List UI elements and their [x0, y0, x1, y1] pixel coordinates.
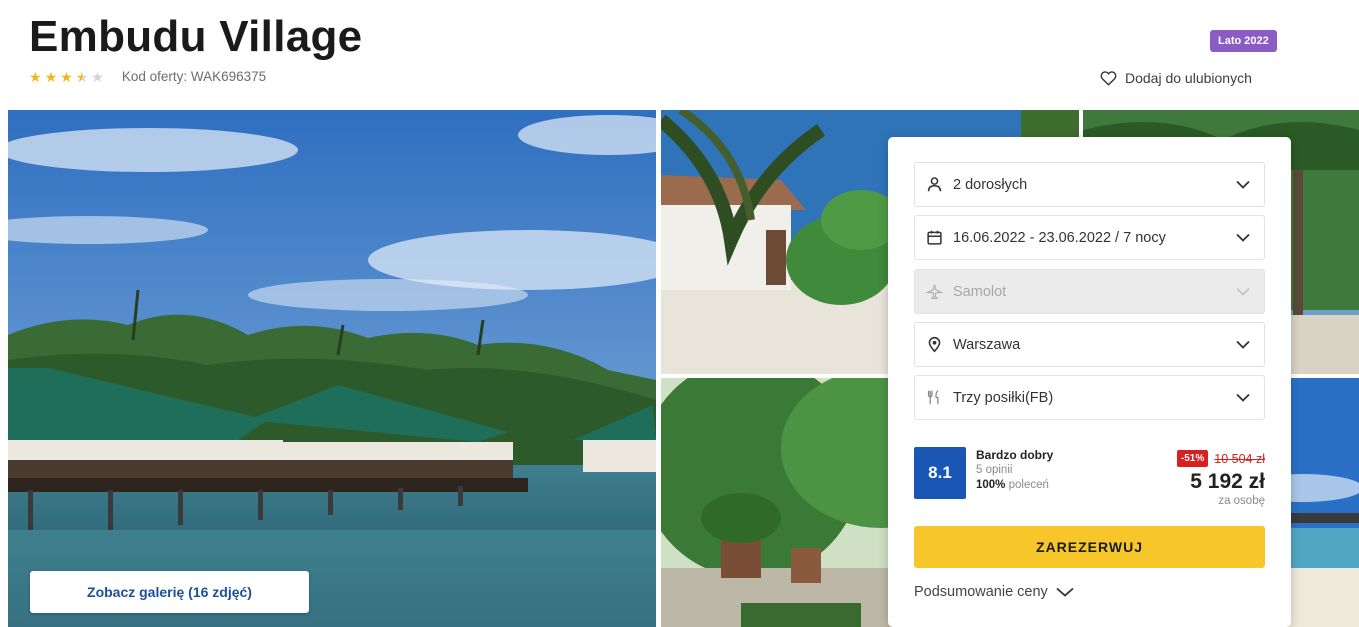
main-hotel-photo[interactable]	[8, 110, 656, 627]
chevron-down-icon	[1056, 587, 1074, 597]
star-icon: ★	[29, 68, 42, 85]
travelers-select[interactable]: 2 dorosłych	[914, 162, 1265, 207]
favorites-label: Dodaj do ulubionych	[1125, 70, 1252, 86]
half-star-icon: ★	[75, 68, 89, 85]
price-per-person-note: za osobę	[1218, 495, 1265, 507]
location-pin-icon	[925, 336, 943, 354]
chevron-down-icon	[1236, 233, 1250, 242]
person-icon	[925, 176, 943, 194]
plane-icon	[925, 283, 943, 301]
recommendation-rate: 100% poleceń	[976, 478, 1053, 493]
empty-star-icon: ★	[91, 68, 104, 85]
transport-label: Samolot	[953, 283, 1007, 300]
price-summary-label: Podsumowanie ceny	[914, 584, 1048, 600]
booking-panel: 2 dorosłych 16.06.2022 - 23.06.2022 / 7 …	[888, 137, 1291, 627]
departure-city-select[interactable]: Warszawa	[914, 322, 1265, 367]
transport-select: Samolot	[914, 269, 1265, 314]
star-icon: ★	[44, 68, 58, 85]
departure-city-label: Warszawa	[953, 336, 1021, 353]
review-label: Bardzo dobry	[976, 448, 1054, 462]
review-summary: Bardzo dobry 5 opinii 100% poleceń	[976, 448, 1053, 493]
chevron-down-icon	[1236, 287, 1250, 296]
chevron-down-icon	[1236, 393, 1250, 402]
discount-badge: -51%	[1176, 450, 1209, 467]
board-type-label: Trzy posiłki(FB)	[953, 389, 1054, 406]
season-badge: Lato 2022	[1210, 30, 1277, 52]
old-price: 10 504 zł	[1214, 451, 1265, 466]
dates-select[interactable]: 16.06.2022 - 23.06.2022 / 7 nocy	[914, 215, 1265, 260]
board-type-select[interactable]: Trzy posiłki(FB)	[914, 375, 1265, 420]
reserve-button[interactable]: ZAREZERWUJ	[914, 526, 1265, 568]
cutlery-icon	[925, 389, 943, 407]
heart-icon	[1100, 71, 1117, 86]
travelers-label: 2 dorosłych	[953, 176, 1028, 193]
review-score-badge: 8.1	[914, 447, 966, 499]
price-summary-toggle[interactable]: Podsumowanie ceny	[914, 584, 1074, 600]
calendar-icon	[925, 229, 943, 247]
hotel-title: Embudu Village	[29, 12, 363, 61]
offer-code: Kod oferty: WAK696375	[121, 69, 267, 84]
recommendation-percent: 100%	[976, 479, 1006, 491]
open-gallery-button[interactable]: Zobacz galerię (16 zdjęć)	[30, 571, 309, 613]
current-price: 5 192 zł	[1190, 470, 1265, 493]
chevron-down-icon	[1236, 340, 1250, 349]
recommendation-label: poleceń	[1008, 479, 1049, 491]
dates-label: 16.06.2022 - 23.06.2022 / 7 nocy	[953, 229, 1166, 246]
star-icon: ★	[60, 68, 73, 85]
hotel-subline: ★ ★ ★ ★ ★ Kod oferty: WAK696375	[29, 69, 266, 84]
star-rating: ★ ★ ★ ★ ★	[29, 70, 104, 84]
review-count[interactable]: 5 opinii	[976, 463, 1053, 478]
add-to-favorites-link[interactable]: Dodaj do ulubionych	[1100, 70, 1252, 86]
chevron-down-icon	[1236, 180, 1250, 189]
price-block: -51% 10 504 zł 5 192 zł za osobę	[1176, 450, 1265, 507]
